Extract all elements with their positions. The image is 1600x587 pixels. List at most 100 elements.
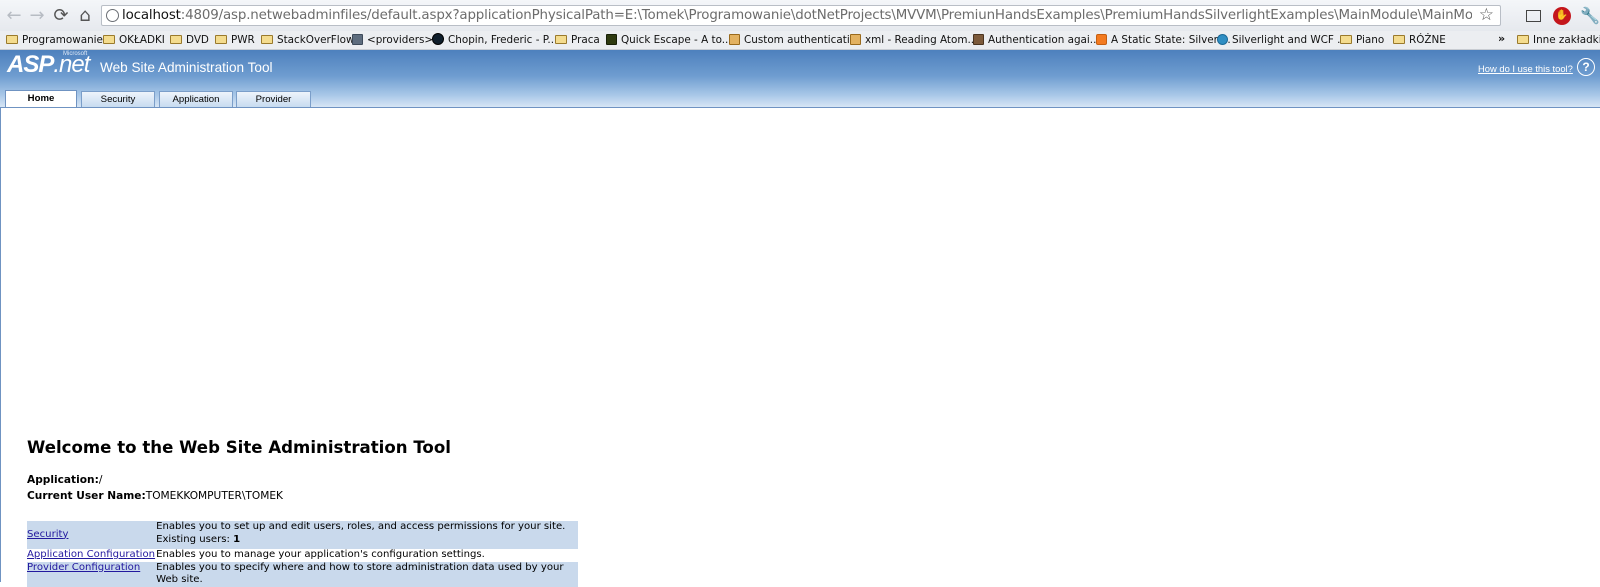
- tab-application[interactable]: Application: [159, 91, 233, 107]
- stackoverflow-icon: [850, 34, 861, 45]
- bookmark-label: Programowanie: [22, 34, 103, 46]
- bookmark-item[interactable]: <providers>: [352, 31, 433, 49]
- tab-security[interactable]: Security: [81, 91, 155, 107]
- current-user-label: Current User Name:: [27, 490, 146, 502]
- table-cell: Security: [27, 521, 157, 549]
- application-label: Application:: [27, 474, 99, 486]
- application-info: Application:/: [27, 474, 102, 487]
- application-configuration-link[interactable]: Application Configuration: [27, 549, 155, 560]
- bookmark-item[interactable]: PWR: [215, 31, 255, 49]
- bookmark-label: A Static State: Silverl...: [1111, 34, 1231, 46]
- existing-users-label: Existing users:: [156, 533, 234, 545]
- site-icon: [352, 34, 363, 45]
- address-bar[interactable]: localhost:4809/asp.netwebadminfiles/defa…: [101, 5, 1501, 26]
- bookmark-label: Authentication agai...: [988, 34, 1100, 46]
- bookmark-item[interactable]: OKŁADKI: [103, 31, 165, 49]
- bookmark-label: Chopin, Frederic - P...: [448, 34, 558, 46]
- bookmark-label: Custom authenticati...: [744, 34, 860, 46]
- bookmark-item[interactable]: xml - Reading Atom...: [850, 31, 977, 49]
- current-user-value: TOMEKKOMPUTER\TOMEK: [145, 490, 283, 502]
- table-cell: Provider Configuration: [27, 561, 157, 587]
- bookmark-item[interactable]: Praca: [555, 31, 600, 49]
- security-link[interactable]: Security: [27, 529, 68, 540]
- reload-icon[interactable]: ⟳: [51, 6, 71, 26]
- browser-toolbar: ← → ⟳ ⌂ localhost:4809/asp.netwebadminfi…: [0, 0, 1600, 31]
- site-icon: [973, 34, 984, 45]
- bookmarks-overflow-chevron-icon[interactable]: »: [1498, 31, 1505, 47]
- existing-users: Existing users: 1: [156, 534, 577, 547]
- back-arrow-icon[interactable]: ←: [4, 6, 24, 26]
- admin-sections-table: Security Enables you to set up and edit …: [27, 521, 578, 587]
- folder-icon: [261, 35, 273, 44]
- bookmark-item[interactable]: A Static State: Silverl...: [1096, 31, 1231, 49]
- bookmark-label: RÓŻNE: [1409, 34, 1446, 46]
- site-icon: [1217, 34, 1228, 45]
- folder-icon: [1393, 35, 1405, 44]
- folder-icon: [1340, 35, 1352, 44]
- url-host: localhost: [122, 8, 181, 23]
- home-icon[interactable]: ⌂: [75, 6, 95, 26]
- bookmark-label: <providers>: [367, 34, 434, 46]
- content-left-border: [0, 108, 1, 582]
- bookmark-item[interactable]: Quick Escape - A to...: [606, 31, 732, 49]
- bookmark-label: StackOverFlow: [277, 34, 355, 46]
- tab-home[interactable]: Home: [5, 90, 77, 108]
- bookmark-item[interactable]: Piano: [1340, 31, 1384, 49]
- mail-checker-icon[interactable]: [1526, 10, 1541, 22]
- help-link[interactable]: How do I use this tool?: [1478, 63, 1573, 75]
- other-bookmarks-label: Inne zakładki: [1533, 34, 1600, 46]
- table-row: Provider Configuration Enables you to sp…: [27, 561, 578, 587]
- current-user-info: Current User Name:TOMEKKOMPUTER\TOMEK: [27, 490, 283, 503]
- page-title: Welcome to the Web Site Administration T…: [27, 438, 451, 457]
- bookmark-star-icon[interactable]: ☆: [1479, 6, 1494, 25]
- folder-icon: [6, 35, 18, 44]
- tab-bar: Home Security Application Provider: [0, 90, 1600, 108]
- folder-icon: [555, 35, 567, 44]
- bookmark-item[interactable]: Authentication agai...: [973, 31, 1100, 49]
- bookmarks-bar: Programowanie OKŁADKI DVD PWR StackOverF…: [0, 31, 1600, 50]
- table-row: Security Enables you to set up and edit …: [27, 521, 578, 549]
- page-info-icon[interactable]: [106, 9, 119, 22]
- bookmark-item[interactable]: DVD: [170, 31, 209, 49]
- bookmark-label: DVD: [186, 34, 209, 46]
- logo-microsoft-text: Microsoft: [63, 51, 88, 57]
- bookmark-item[interactable]: Silverlight and WCF ...: [1217, 31, 1347, 49]
- logo-asp-text: ASP: [7, 51, 54, 78]
- security-description: Enables you to set up and edit users, ro…: [156, 521, 566, 532]
- bookmark-item[interactable]: Chopin, Frederic - P...: [432, 31, 557, 49]
- bookmark-item[interactable]: StackOverFlow: [261, 31, 354, 49]
- application-value: /: [98, 474, 103, 486]
- folder-icon: [1517, 35, 1529, 44]
- site-icon: [432, 33, 444, 45]
- site-icon: [606, 34, 617, 45]
- bookmark-label: OKŁADKI: [119, 34, 165, 46]
- bookmark-label: Quick Escape - A to...: [621, 34, 732, 46]
- bookmark-label: PWR: [231, 34, 255, 46]
- app-title: Web Site Administration Tool: [100, 60, 273, 75]
- help-icon[interactable]: ?: [1577, 58, 1595, 76]
- bookmark-item[interactable]: RÓŻNE: [1393, 31, 1446, 49]
- folder-icon: [170, 35, 182, 44]
- folder-icon: [103, 35, 115, 44]
- provider-configuration-link[interactable]: Provider Configuration: [27, 562, 140, 573]
- table-cell: Enables you to set up and edit users, ro…: [156, 521, 578, 549]
- url-path: :4809/asp.netwebadminfiles/default.aspx?…: [180, 8, 1472, 23]
- table-row: Application Configuration Enables you to…: [27, 549, 578, 562]
- existing-users-count: 1: [233, 533, 241, 545]
- bookmark-item[interactable]: Custom authenticati...: [729, 31, 860, 49]
- tab-provider[interactable]: Provider: [236, 91, 311, 107]
- header-divider: [0, 107, 1600, 108]
- provider-configuration-description: Enables you to specify where and how to …: [156, 561, 578, 587]
- aspnet-logo: ASP.net Microsoft: [7, 51, 90, 79]
- bookmark-label: Praca: [571, 34, 600, 46]
- application-configuration-description: Enables you to manage your application's…: [156, 549, 485, 560]
- bookmark-label: xml - Reading Atom...: [865, 34, 978, 46]
- address-url[interactable]: localhost:4809/asp.netwebadminfiles/defa…: [122, 8, 1472, 24]
- other-bookmarks[interactable]: Inne zakładki: [1517, 31, 1600, 49]
- adblock-icon[interactable]: ✋: [1553, 7, 1571, 25]
- bookmark-item[interactable]: Programowanie: [6, 31, 103, 49]
- forward-arrow-icon[interactable]: →: [27, 6, 47, 26]
- blogger-icon: [1096, 34, 1107, 45]
- folder-icon: [215, 35, 227, 44]
- wrench-menu-icon[interactable]: 🔧: [1580, 7, 1600, 25]
